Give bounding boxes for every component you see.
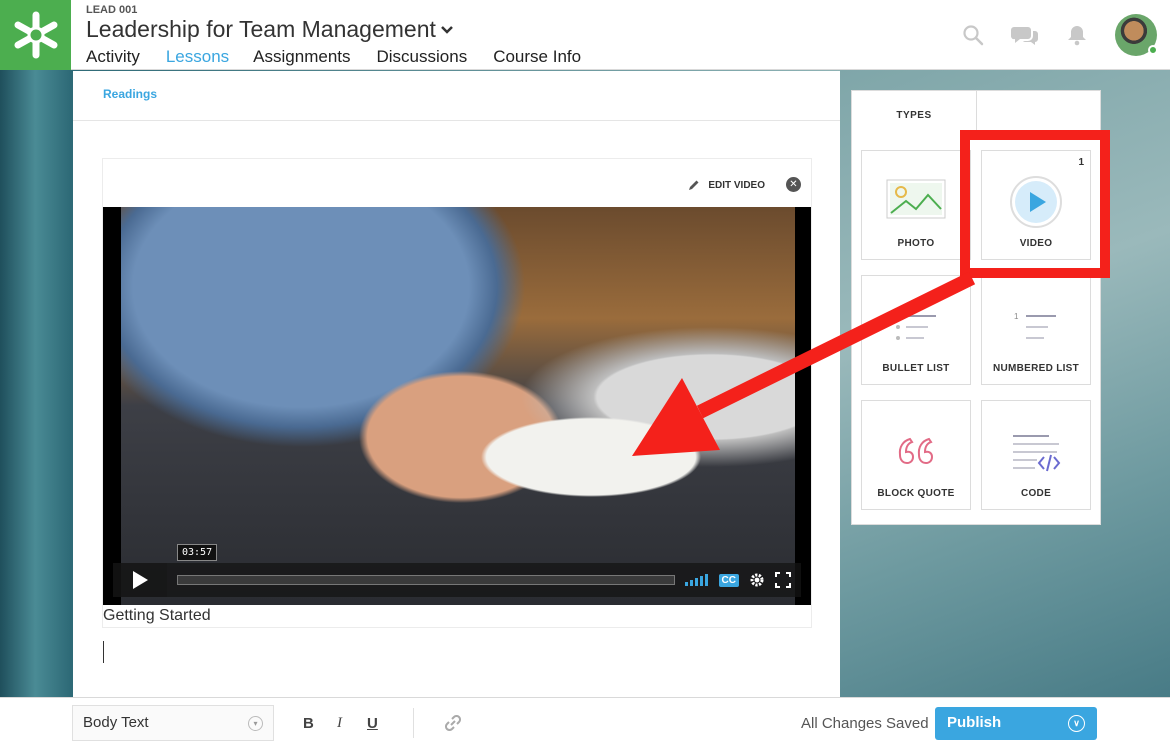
play-button[interactable] <box>113 563 167 597</box>
play-icon <box>133 571 148 589</box>
logo[interactable] <box>0 0 71 70</box>
type-photo[interactable]: PHOTO <box>861 150 971 260</box>
numbered-list-icon: 1 <box>1014 312 1056 339</box>
tab-assignments[interactable]: Assignments <box>253 47 350 73</box>
online-status-dot <box>1148 45 1158 55</box>
publish-button[interactable]: Publish ∨ <box>935 707 1097 740</box>
type-block-quote-label: BLOCK QUOTE <box>877 488 955 499</box>
photo-icon <box>886 179 946 219</box>
tab-lessons[interactable]: Lessons <box>165 47 230 73</box>
chat-icon[interactable] <box>1011 24 1039 46</box>
svg-text:1: 1 <box>1014 312 1019 321</box>
pencil-icon <box>689 180 699 190</box>
course-code: LEAD 001 <box>86 4 138 16</box>
underline-button[interactable]: U <box>367 715 378 732</box>
tab-discussions[interactable]: Discussions <box>377 47 468 73</box>
course-title[interactable]: Leadership for Team Management <box>86 16 454 43</box>
type-numbered-list-label: NUMBERED LIST <box>992 363 1080 374</box>
code-icon <box>1013 435 1061 472</box>
avatar[interactable] <box>1115 14 1158 56</box>
breadcrumb-readings[interactable]: Readings <box>103 87 157 101</box>
type-code[interactable]: CODE <box>981 400 1091 510</box>
chevron-down-icon <box>441 25 453 34</box>
editor-divider <box>73 120 840 121</box>
edit-video-button[interactable]: EDIT VIDEO <box>688 179 765 191</box>
video-controls: 03:57 CC <box>113 544 801 597</box>
logo-icon <box>14 11 57 59</box>
course-tabs: Activity Lessons Assignments Discussions… <box>86 47 607 73</box>
video-bar: 03:57 CC <box>167 544 801 597</box>
edit-video-label: EDIT VIDEO <box>708 179 765 191</box>
cc-button[interactable]: CC <box>718 573 739 587</box>
text-style-value: Body Text <box>83 714 149 731</box>
tab-course-info[interactable]: Course Info <box>493 47 581 73</box>
publish-label: Publish <box>947 714 1002 731</box>
course-title-text: Leadership for Team Management <box>86 16 436 42</box>
search-icon[interactable] <box>962 24 984 46</box>
chevron-down-icon: ▾ <box>248 716 263 731</box>
volume-icon[interactable] <box>684 574 709 586</box>
video-thumbnail <box>121 207 795 605</box>
app-header: LEAD 001 Leadership for Team Management … <box>0 0 1170 73</box>
toolbar-divider <box>413 708 414 738</box>
video-block[interactable]: EDIT VIDEO ✕ 03:57 CC Getting Started <box>102 158 812 628</box>
type-code-label: CODE <box>1020 488 1052 499</box>
quote-icon <box>898 437 934 465</box>
types-header: TYPES <box>852 91 977 139</box>
video-time: 03:57 <box>177 544 218 561</box>
save-status: All Changes Saved <box>801 715 929 732</box>
bell-icon[interactable] <box>1066 24 1088 46</box>
tab-activity[interactable]: Activity <box>86 47 140 73</box>
text-style-select[interactable]: Body Text ▾ <box>72 705 274 741</box>
lesson-editor: Readings EDIT VIDEO ✕ 03:57 CC Getting S… <box>73 71 840 697</box>
type-numbered-list[interactable]: 1 NUMBERED LIST <box>981 275 1091 385</box>
bold-button[interactable]: B <box>303 715 314 732</box>
header-actions <box>962 0 1170 70</box>
annotation-highlight-box <box>960 130 1110 278</box>
video-progress-bar[interactable] <box>177 575 675 585</box>
video-player[interactable]: 03:57 CC <box>103 207 811 605</box>
type-block-quote[interactable]: BLOCK QUOTE <box>861 400 971 510</box>
link-icon[interactable] <box>445 715 461 731</box>
bullet-list-icon <box>896 314 936 340</box>
fullscreen-icon[interactable] <box>775 572 791 588</box>
editor-toolbar: Body Text ▾ B I U All Changes Saved Publ… <box>0 697 1170 750</box>
type-bullet-list-label: BULLET LIST <box>882 363 950 374</box>
chevron-down-icon[interactable]: ∨ <box>1068 715 1085 732</box>
text-cursor[interactable] <box>103 641 104 663</box>
type-bullet-list[interactable]: BULLET LIST <box>861 275 971 385</box>
close-icon[interactable]: ✕ <box>786 177 801 192</box>
settings-gear-icon[interactable] <box>749 572 765 588</box>
video-caption[interactable]: Getting Started <box>103 607 211 625</box>
type-photo-label: PHOTO <box>897 238 935 249</box>
italic-button[interactable]: I <box>337 715 342 732</box>
